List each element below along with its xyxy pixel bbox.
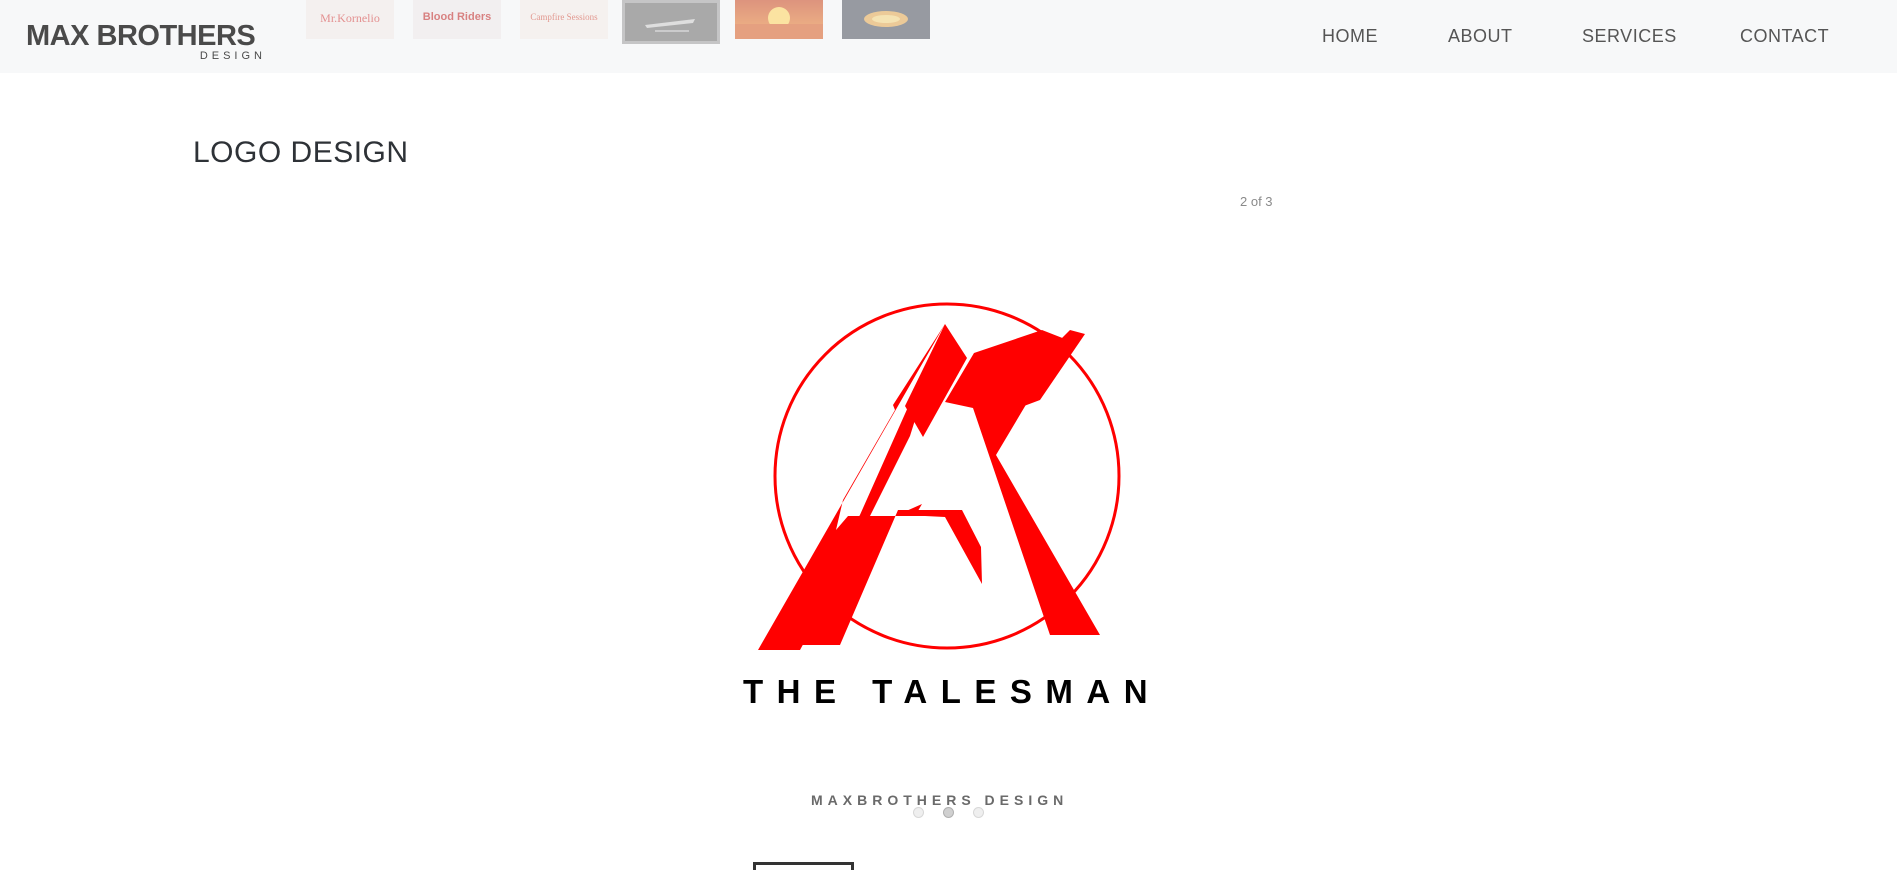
slide-dot-2[interactable]	[943, 807, 954, 818]
thumbnail-1[interactable]: Mr.Kornelio	[306, 0, 394, 39]
thumbnail-6-image	[842, 0, 930, 39]
thumbnail-4[interactable]	[622, 0, 720, 44]
thumbnail-3[interactable]: Campfire Sessions	[520, 0, 608, 39]
thumbnail-1-image: Mr.Kornelio	[306, 0, 394, 39]
thumbnail-5[interactable]	[735, 0, 823, 39]
site-logo[interactable]: MAX BROTHERS DESIGN	[26, 20, 262, 64]
nav-services-link[interactable]: SERVICES	[1582, 26, 1677, 47]
thumbnail-2[interactable]: Blood Riders	[413, 0, 501, 39]
thumbnail-5-image	[735, 0, 823, 39]
thumbnail-3-image: Campfire Sessions	[520, 0, 608, 39]
artwork-title: THE TALESMAN	[743, 673, 1162, 710]
nav-home-link[interactable]: HOME	[1322, 26, 1378, 47]
studio-credit: MAXBROTHERS DESIGN	[811, 792, 1069, 808]
thumbnail-4-image	[625, 3, 717, 41]
svg-text:Campfire Sessions: Campfire Sessions	[530, 12, 598, 22]
slide-dot-3[interactable]	[973, 807, 984, 818]
site-header: MAX BROTHERS DESIGN Mr.Kornelio Blood Ri…	[0, 0, 1897, 73]
page-title: LOGO DESIGN	[193, 136, 409, 169]
svg-text:Mr.Kornelio: Mr.Kornelio	[320, 11, 380, 25]
thumbnail-2-image: Blood Riders	[413, 0, 501, 39]
selected-thumbnail-frame[interactable]	[753, 862, 854, 870]
svg-text:Blood Riders: Blood Riders	[423, 11, 491, 23]
logo-sub-text: DESIGN	[199, 50, 266, 62]
logo-main-text: MAX BROTHERS	[26, 20, 256, 52]
nav-contact-link[interactable]: CONTACT	[1740, 26, 1829, 47]
talesman-logo-artwork	[758, 302, 1121, 650]
slide-counter: 2 of 3	[1240, 194, 1273, 209]
thumbnail-6[interactable]	[842, 0, 930, 39]
nav-about-link[interactable]: ABOUT	[1448, 26, 1513, 47]
slide-dot-1[interactable]	[913, 807, 924, 818]
